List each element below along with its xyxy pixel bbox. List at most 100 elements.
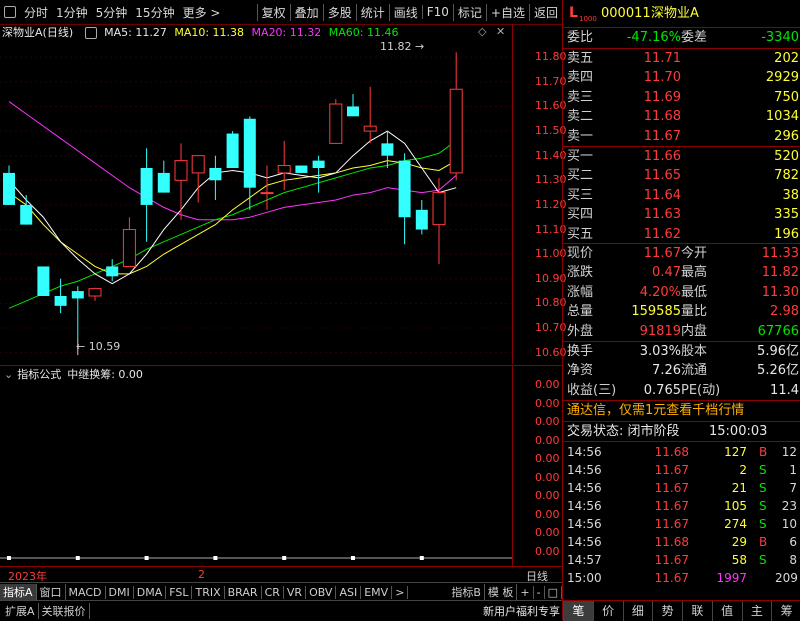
close-icon[interactable]: ✕ — [496, 25, 505, 38]
indicator-tab-13[interactable]: > — [392, 585, 409, 599]
sell-level-4: 卖四 11.70 2929 — [563, 68, 800, 87]
row-label: 买一 — [567, 149, 594, 164]
settings-icon[interactable] — [84, 27, 97, 39]
indicator-tab-5[interactable]: FSL — [166, 585, 193, 599]
indicator-tab-2[interactable]: MACD — [66, 585, 106, 599]
finance-row: 换手 3.03% 股本 5.96亿 — [563, 342, 800, 361]
indicator-tab-17[interactable]: - — [534, 585, 545, 599]
row-volume: 2929 — [765, 70, 799, 86]
row-volume: 750 — [774, 89, 799, 105]
ad-banner[interactable]: 通达信，仅需1元查看千档行情 — [563, 401, 800, 421]
toolbar-action-2[interactable]: 多股 — [322, 3, 356, 21]
candlestick-chart[interactable] — [0, 40, 512, 360]
toolbar-action-3[interactable]: 统计 — [355, 3, 389, 21]
tick-row: 14:56 11.67 105 S 23 — [563, 497, 800, 515]
tick-time: 14:56 — [567, 463, 602, 477]
row-price: 11.69 — [643, 89, 681, 105]
stat-value: 11.82 — [761, 265, 799, 281]
quote-tab-2[interactable]: 细 — [622, 601, 653, 621]
toolbar-action-0[interactable]: 复权 — [256, 3, 290, 21]
candle-body-down — [71, 291, 84, 299]
period-2[interactable]: 5分钟 — [92, 4, 132, 21]
stat-value: 0.47 — [652, 265, 681, 281]
indicator-point — [419, 556, 424, 560]
buy-level-2: 买二 11.65 782 — [563, 166, 800, 185]
stock-code: 000011 — [601, 6, 651, 21]
indicator-tab-8[interactable]: CR — [262, 585, 284, 599]
finance-label: 收益(三) — [567, 382, 617, 398]
indicator-tab-1[interactable]: 窗口 — [37, 584, 66, 600]
indicator-tab-9[interactable]: VR — [284, 585, 307, 599]
menu-icon[interactable] — [4, 6, 16, 18]
candle-body-down — [209, 168, 222, 181]
row-price: 11.64 — [643, 187, 681, 203]
quote-tab-5[interactable]: 值 — [711, 601, 742, 621]
indicator-point — [351, 556, 355, 560]
period-0[interactable]: 分时 — [20, 4, 52, 21]
candle-body-up — [88, 288, 102, 297]
indicator-tick: 0.00 — [535, 415, 560, 428]
toolbar-action-6[interactable]: 标记 — [452, 3, 486, 21]
indicator-tab-10[interactable]: OBV — [306, 585, 337, 599]
diamond-icon[interactable]: ◇ — [478, 25, 486, 38]
tick-volume: 105 — [724, 499, 747, 513]
tick-direction: S — [759, 463, 767, 477]
indicator-tab-18[interactable]: □ — [545, 585, 562, 599]
tick-row: 14:56 11.67 2 S 1 — [563, 461, 800, 479]
indicator-tab-7[interactable]: BRAR — [225, 585, 262, 599]
buy-level-5: 买五 11.62 196 — [563, 225, 800, 244]
quote-tab-1[interactable]: 价 — [592, 601, 623, 621]
stat-value: 91819 — [639, 323, 681, 339]
indicator-tab-14[interactable]: 指标B — [448, 584, 485, 600]
tick-row: 15:00 11.67 1997 209 — [563, 569, 800, 587]
indicator-tab-15[interactable]: 模 板 — [485, 584, 518, 600]
period-3[interactable]: 15分钟 — [131, 4, 178, 21]
indicator-tab-11[interactable]: ASI — [336, 585, 362, 599]
indicator-tab-16[interactable]: + — [517, 585, 534, 599]
promo-link[interactable]: 新用户福利专享 — [483, 603, 560, 619]
chevron-down-icon[interactable]: ⌄ — [4, 368, 13, 381]
indicator-tab-4[interactable]: DMA — [134, 585, 167, 599]
period-1[interactable]: 1分钟 — [52, 4, 92, 21]
row-volume: 335 — [774, 207, 799, 223]
row-label: 卖三 — [567, 89, 594, 105]
indicator-formula-label[interactable]: 指标公式 — [17, 366, 61, 382]
row-label: 卖五 — [567, 51, 594, 66]
row-volume: 520 — [774, 149, 799, 164]
toolbar-action-5[interactable]: F10 — [421, 5, 453, 19]
tick-direction: S — [759, 517, 767, 531]
toolbar-action-4[interactable]: 画线 — [388, 3, 422, 21]
stat-value: 4.20% — [639, 284, 681, 300]
finance-value: 11.4 — [770, 382, 799, 398]
tick-time: 14:56 — [567, 499, 602, 513]
indicator-tick: 0.00 — [535, 470, 560, 484]
indicator-chart[interactable] — [0, 382, 512, 565]
quote-tab-4[interactable]: 联 — [682, 601, 712, 621]
quote-tab-0[interactable]: 笔 — [563, 601, 593, 621]
quote-tab-6[interactable]: 主 — [741, 601, 772, 621]
extend-a-tab[interactable]: 扩展A — [2, 603, 39, 619]
indicator-tab-6[interactable]: TRIX — [192, 585, 225, 599]
indicator-tab-3[interactable]: DMI — [106, 585, 134, 599]
row-volume: 196 — [774, 226, 799, 242]
tick-count: 209 — [775, 571, 798, 585]
indicator-tab-0[interactable]: 指标A — [0, 584, 37, 600]
stock-name: 深物业A — [651, 6, 699, 21]
indicator-axis: 0.00 0.00 0.00 0.00 0.00 0.00 0.00 0.00 0.00 0.00 — [512, 365, 563, 566]
row-volume: 296 — [774, 128, 799, 144]
quote-tab-7[interactable]: 筹 — [771, 601, 800, 621]
related-quote-tab[interactable]: 关联报价 — [39, 603, 90, 619]
candle-body-up — [260, 192, 274, 195]
tick-row: 14:56 11.68 127 B 12 — [563, 443, 800, 461]
tick-volume: 274 — [724, 517, 747, 531]
period-4[interactable]: 更多 > — [179, 4, 225, 21]
tick-direction: S — [759, 553, 767, 567]
quote-bottom-tabs: 笔价细势联值主筹 — [563, 600, 800, 621]
toolbar-action-1[interactable]: 叠加 — [289, 3, 323, 21]
tick-count: 8 — [789, 553, 797, 567]
toolbar-action-7[interactable]: +自选 — [485, 3, 529, 21]
indicator-tab-12[interactable]: EMV — [361, 585, 393, 599]
toolbar-action-8[interactable]: 返回 — [528, 3, 562, 21]
quote-tab-3[interactable]: 势 — [652, 601, 682, 621]
stat-value: 2.98 — [770, 304, 799, 320]
